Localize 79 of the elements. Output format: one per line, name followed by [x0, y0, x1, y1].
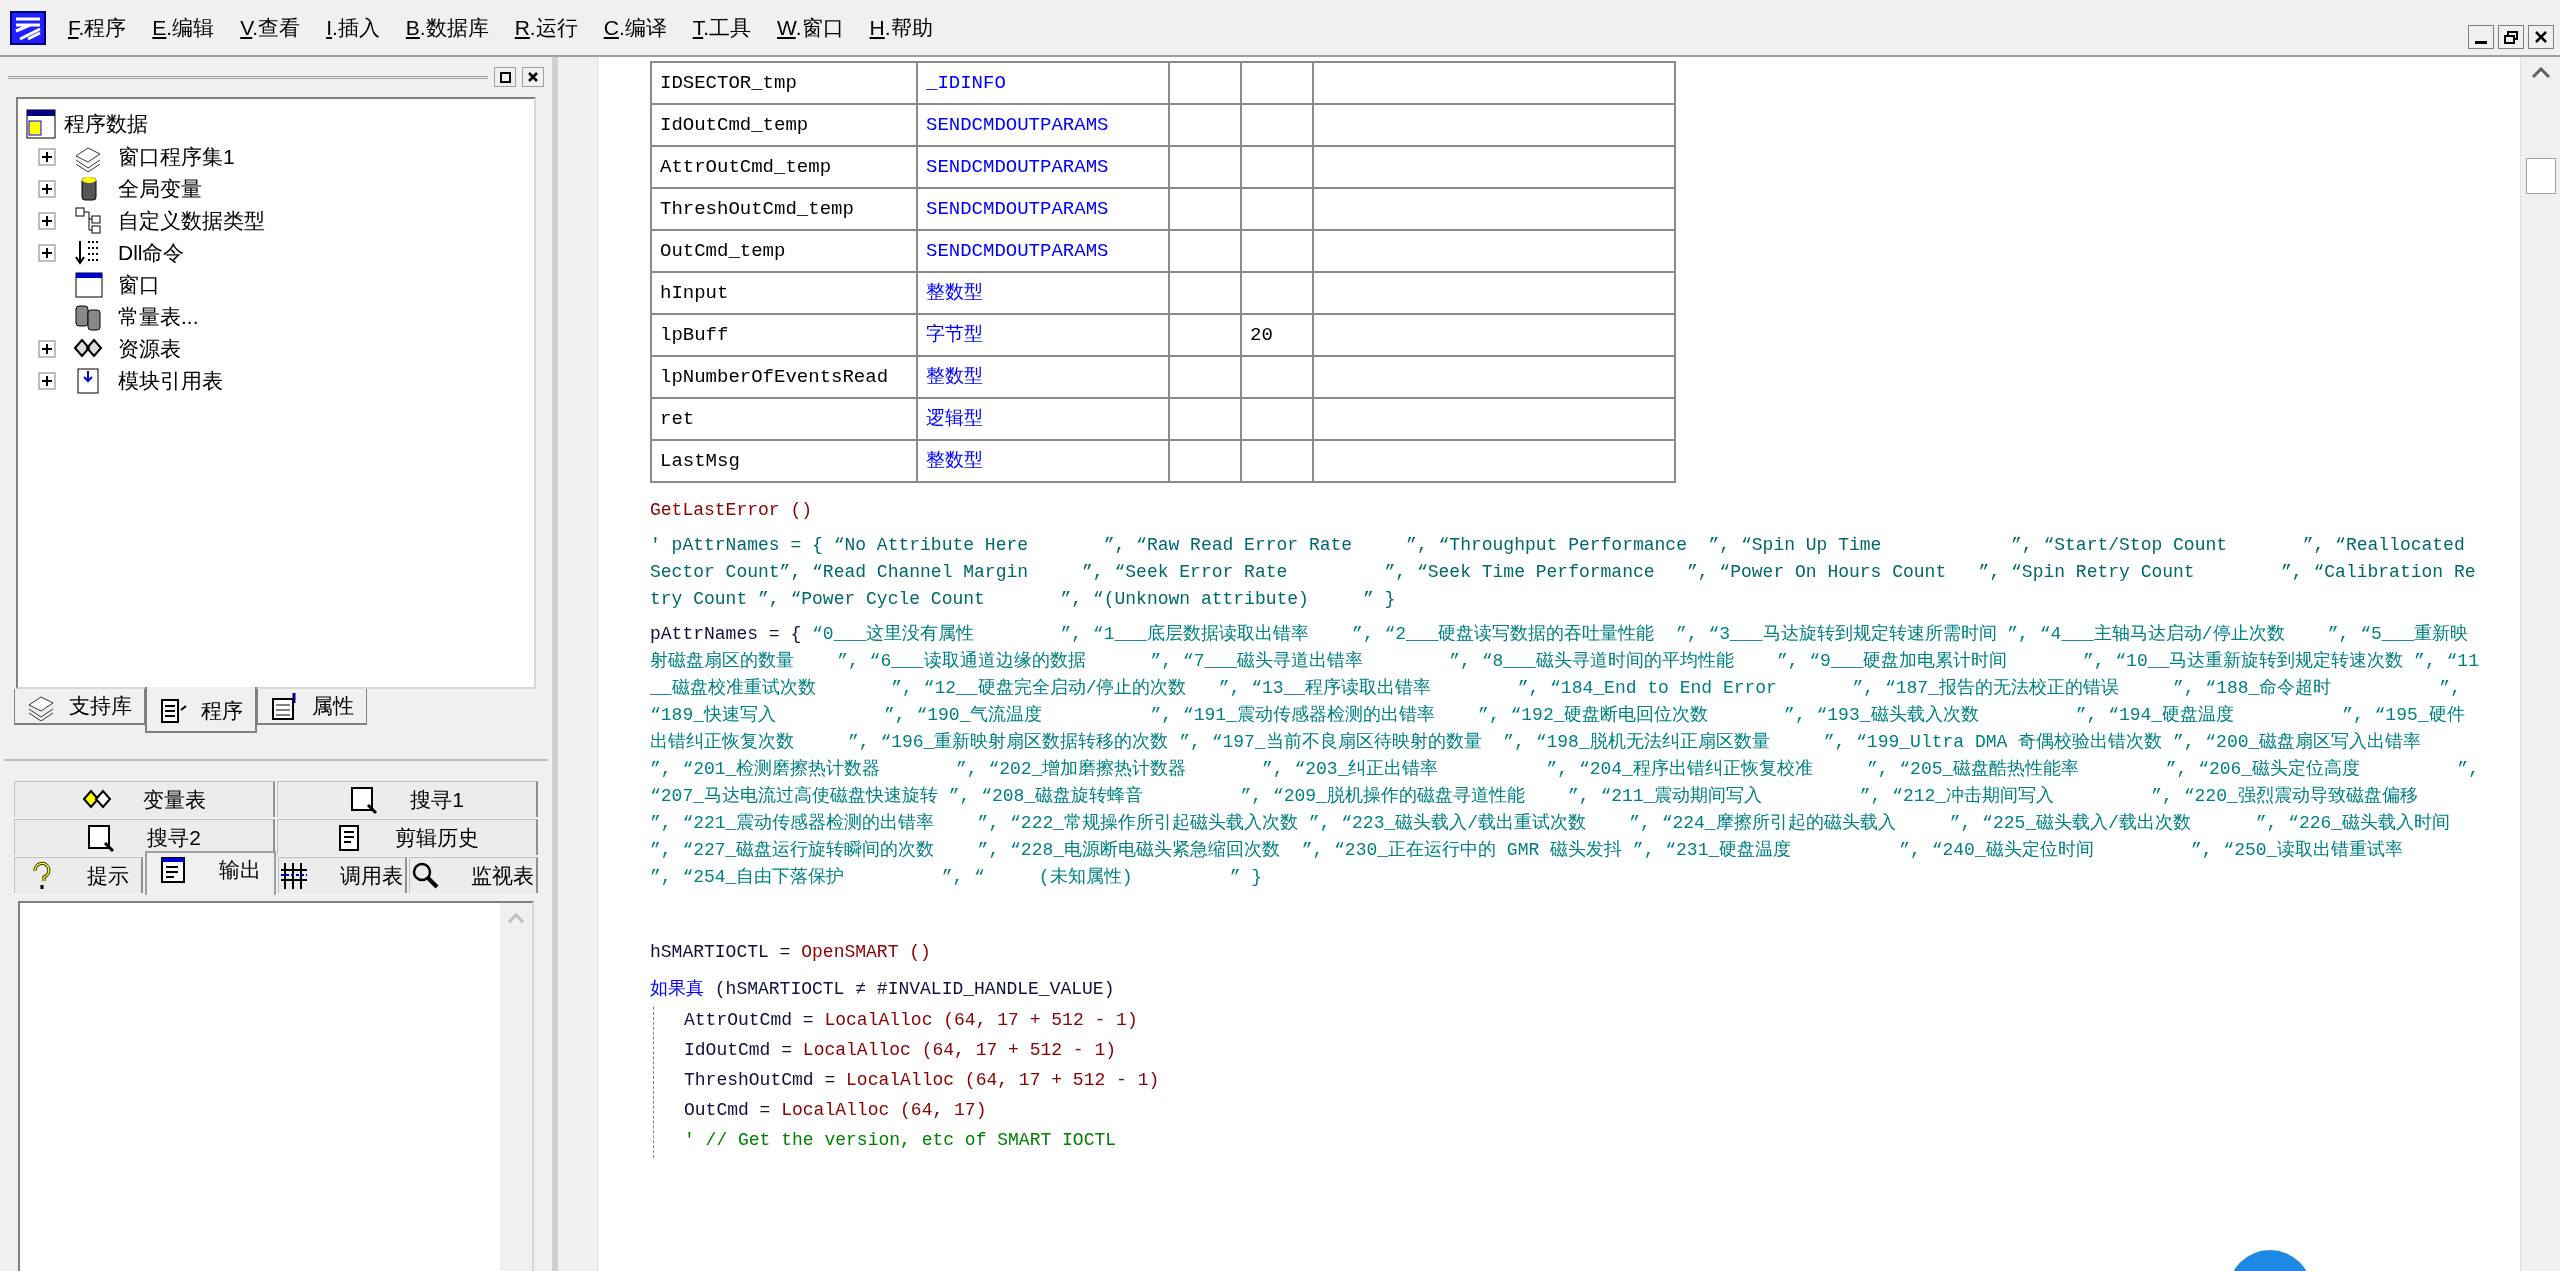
- table-cell: SENDCMDOUTPARAMS: [917, 230, 1169, 272]
- tree-item[interactable]: 自定义数据类型: [118, 205, 265, 237]
- minimize-button[interactable]: [2468, 25, 2494, 49]
- code-line: GetLastError (): [650, 499, 814, 522]
- tree-item[interactable]: 程序数据: [64, 108, 148, 140]
- panel-close-button[interactable]: [522, 67, 544, 87]
- tree-item[interactable]: 资源表: [118, 333, 181, 365]
- output-tab[interactable]: 提示: [14, 857, 144, 893]
- tree-item[interactable]: 全局变量: [118, 173, 202, 205]
- scrollbar-thumb[interactable]: [2525, 158, 2556, 194]
- panel-tab[interactable]: 属性: [257, 689, 367, 725]
- table-cell: IdOutCmd_temp: [651, 104, 917, 146]
- tree-item[interactable]: 窗口: [118, 269, 160, 301]
- table-cell: IDSECTOR_tmp: [651, 62, 917, 104]
- close-icon: [2535, 31, 2547, 43]
- menu-item[interactable]: E.编辑: [152, 11, 215, 44]
- output-tab[interactable]: 剪辑历史: [277, 819, 538, 855]
- cylinders-icon: [74, 302, 104, 332]
- tree-item[interactable]: 窗口程序集1: [118, 141, 235, 173]
- panel-restore-button[interactable]: [494, 67, 516, 87]
- menu-item[interactable]: B.数据库: [405, 11, 489, 44]
- table-cell: SENDCMDOUTPARAMS: [917, 104, 1169, 146]
- table-cell: 整数型: [917, 272, 1169, 314]
- table-cell: 整数型: [917, 356, 1169, 398]
- code-line: ' // Get the version, etc of SMART IOCTL: [684, 1129, 1118, 1152]
- table-cell: ThreshOutCmd_temp: [651, 188, 917, 230]
- table-cell: _IDINFO: [917, 62, 1169, 104]
- table-cell: LastMsg: [651, 440, 917, 482]
- menu-item[interactable]: V.查看: [240, 11, 301, 44]
- output-tab[interactable]: 监视表: [408, 857, 538, 893]
- code-line: OutCmd = LocalAlloc (64, 17): [684, 1099, 988, 1122]
- menu-item[interactable]: H.帮助: [869, 11, 933, 44]
- document-icon: [159, 696, 189, 726]
- table-cell: 20: [1241, 314, 1313, 356]
- menu-item[interactable]: C.编译: [603, 11, 667, 44]
- table-cell: AttrOutCmd_temp: [651, 146, 917, 188]
- code-line: 如果真 (hSMARTIOCTL ≠ #INVALID_HANDLE_VALUE): [650, 978, 1116, 1001]
- output-tab[interactable]: 调用表: [277, 857, 407, 893]
- table-cell: SENDCMDOUTPARAMS: [917, 146, 1169, 188]
- panel-tab[interactable]: 程序: [145, 687, 257, 733]
- table-cell: 字节型: [917, 314, 1169, 356]
- table-cell: hInput: [651, 272, 917, 314]
- app-logo-icon[interactable]: [10, 10, 46, 45]
- close-button[interactable]: [2528, 25, 2554, 49]
- structure-icon: [74, 206, 104, 236]
- program-data-icon: [26, 109, 56, 139]
- output-tab[interactable]: 搜寻2: [14, 819, 275, 855]
- code-line: pAttrNames = { “0___这里没有属性 ”, “1___底层数据读取出错率 ”, “2___硬盘读写数据的吞吐量性能 ”, “3___马达旋转到规定转速所需时间 ”, “4___主轴马达启动/停止次数 ”, “5___重新映射磁盘扇区的数量 ”, “6___读取通道边缘的数据 ”, “7___磁头寻道出错率 ”, “8___磁头寻道时间的平均性能 ”, “9___硬盘加电累计时间 ”, “10__马达重新旋转到规定转速次数 ”, “11__磁盘校准重试次数 ”, “12__硬盘完全启动/停止的次数 ”, “13__程序读取出错率 ”, “184_End to End Error ”, “187_报告的无法校正的错误 ”, “188_命令超时 ”, “189_快速写入 ”, “190_气流温度 ”, “191_震动传感器检测的出错率 ”, “192_硬盘断电回位次数 ”, “193_磁头载入次数 ”, “194_硬盘温度 ”, “195_硬件出错纠正恢复次数 ”, “196_重新映射扇区数据转移的次数 ”, “197_当前不良扇区待映射的数量 ”, “198_脱机无法纠正扇区数量 ”, “199_Ultra DMA 奇偶校验出错次数 ”, “200_磁盘扇区写入出错率 ”, “201_检测磨擦热计数器 ”, “202_增加磨擦热计数器 ”, “203_纠正出错率 ”, “204_程序出错纠正恢复校准 ”, “205_磁盘酷热性能率 ”, “206_磁头定位高度 ”, “207_马达电流过高使磁盘快速旋转 ”, “208_磁盘旋转蜂音 ”, “209_脱机操作的磁盘寻道性能 ”, “211_震动期间写入 ”, “212_冲击期间写入 ”, “220_强烈震动导致磁盘偏移 ”, “221_震动传感器检测的出错率 ”, “222_常规操作所引起磁头载入次数 ”, “223_磁头载入/载出重试次数 ”, “224_摩擦所引起的磁头载入 ”, “225_磁头载入/载出次数 ”, “226_磁头载入时间 ”, “227_磁盘运行旋转瞬间的次数 ”, “228_电源断电磁头紧急缩回次数 ”, “230_正在运行中的 GMR 磁头发抖 ”, “231_硬盘温度 ”, “240_磁头定位时间 ”, “250_读取出错重试率 ”, “254_自由下落保护 ”, “ (未知属性) ” }: [650, 623, 2480, 889]
- output-tab[interactable]: 输出: [145, 851, 276, 895]
- table-cell: lpNumberOfEventsRead: [651, 356, 917, 398]
- panel-tab[interactable]: 支持库: [14, 689, 145, 725]
- window-icon: [74, 270, 104, 300]
- close-icon: [528, 72, 538, 82]
- menu-item[interactable]: I.插入: [326, 11, 380, 44]
- code-line: ' pAttrNames = { “No Attribute Here ”, “Raw Read Error Rate ”, “Throughput Performance ”, “Spin Up Time ”, “Start/Stop Count ”, “Reallocated Sector Count”, “Read Channel Margin ”, “Seek Error Rate ”, “Seek Time Performance ”, “Power On Hours Count ”, “Spin Retry Count ”, “Calibration Retry Count ”, “Power Cycle Count ”, “(Unknown attribute) ” }: [650, 534, 2477, 611]
- table-cell: lpBuff: [651, 314, 917, 356]
- code-line: IdOutCmd = LocalAlloc (64, 17 + 512 - 1): [684, 1039, 1118, 1062]
- code-line: ThreshOutCmd = LocalAlloc (64, 17 + 512 - 1): [684, 1069, 1161, 1092]
- restore-button[interactable]: [2498, 25, 2524, 49]
- tree-item[interactable]: 常量表...: [118, 301, 199, 333]
- minimize-icon: [2475, 41, 2487, 44]
- code-line: AttrOutCmd = LocalAlloc (64, 17 + 512 - 1): [684, 1009, 1139, 1032]
- menu-item[interactable]: T.工具: [692, 11, 752, 44]
- menu-item[interactable]: F.程序: [68, 11, 127, 44]
- code-editor[interactable]: [598, 57, 2520, 1271]
- restore-icon: [2504, 30, 2518, 44]
- restore-icon: [499, 71, 511, 83]
- table-cell: 整数型: [917, 440, 1169, 482]
- table-cell: OutCmd_temp: [651, 230, 917, 272]
- output-tab[interactable]: 搜寻1: [277, 781, 538, 817]
- table-cell: 逻辑型: [917, 398, 1169, 440]
- output-tab[interactable]: 变量表: [14, 781, 275, 817]
- menu-item[interactable]: W.窗口: [777, 11, 844, 44]
- table-cell: SENDCMDOUTPARAMS: [917, 188, 1169, 230]
- table-cell: ret: [651, 398, 917, 440]
- tree-item[interactable]: 模块引用表: [118, 365, 223, 397]
- tree-item[interactable]: Dll命令: [118, 237, 185, 269]
- code-line: hSMARTIOCTL = OpenSMART (): [650, 941, 932, 964]
- menu-item[interactable]: R.运行: [514, 11, 578, 44]
